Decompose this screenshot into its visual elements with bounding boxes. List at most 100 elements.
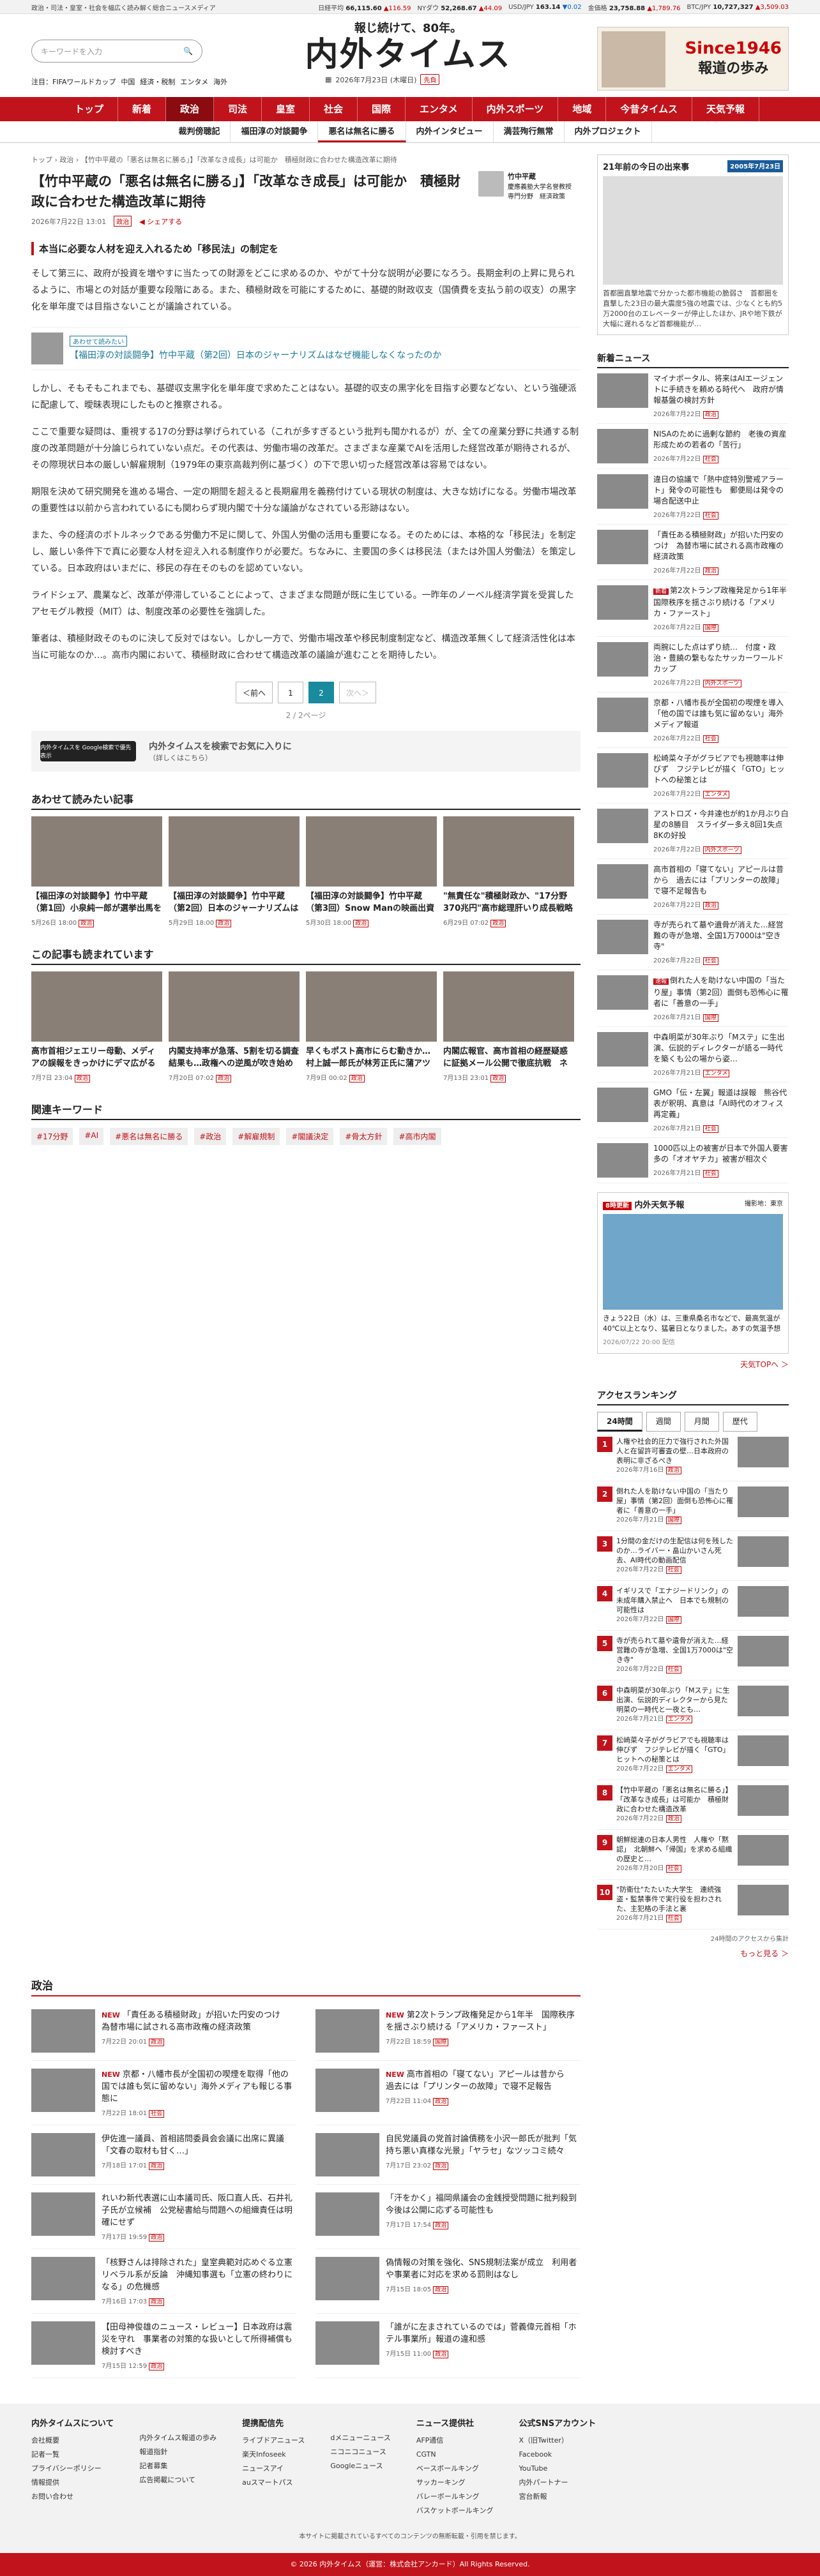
news-title[interactable]: マイナポータル、将来はAIエージェントに手続きを頼める時代へ 政府が情報基盤の検… (653, 373, 789, 406)
category-badge[interactable]: 政治 (216, 920, 232, 927)
category-badge[interactable]: 政治 (149, 2162, 165, 2170)
category-badge[interactable]: 国際 (433, 2039, 449, 2046)
politics-item[interactable]: NEW 高市首相の「寝てない」アピールは昔から 過去には「プリンターの故障」で寝不… (315, 2061, 581, 2125)
news-thumbnail[interactable] (597, 373, 648, 408)
politics-thumbnail[interactable] (31, 2321, 95, 2365)
rank-thumbnail[interactable] (738, 1735, 789, 1766)
ranking-more-link[interactable]: もっと見る ＞ (597, 1948, 789, 1959)
keyword-tag[interactable]: #解雇規制 (232, 1128, 280, 1145)
footer-link[interactable]: バレーボールキング (416, 2490, 494, 2504)
category-badge[interactable]: 政治 (433, 2286, 449, 2294)
subnav-item[interactable]: 裁判傍聴記 (168, 121, 231, 142)
trending-link[interactable]: 経済・税制 (140, 77, 175, 87)
politics-title[interactable]: 自民党議員の党首討論債務を小沢一郎氏が批判「気持ち悪い真様な光景」「ヤラセ」なツ… (386, 2133, 581, 2157)
footer-link[interactable]: プライバシーポリシー (31, 2462, 114, 2476)
footer-link[interactable]: ニュースアイ (242, 2462, 305, 2476)
footer-link[interactable]: 楽天Infoseek (242, 2448, 305, 2462)
category-badge[interactable]: 政治 (665, 1815, 681, 1823)
category-badge[interactable]: 国際 (702, 624, 718, 632)
category-badge[interactable]: 政治 (433, 2222, 449, 2229)
ranking-item[interactable]: 6 中森明菜が30年ぶり「Mステ」に生出演、伝説的ディレクターから見た明菜の一時代… (597, 1681, 789, 1730)
search-icon[interactable]: 🔍 (183, 47, 193, 56)
article-card[interactable]: 【福田淳の対談闘争】竹中平蔵（第1回）小泉純一郎が選挙出馬を断らず… 5月26日 … (31, 816, 162, 927)
trending-link[interactable]: 中国 (121, 77, 135, 87)
card-title[interactable]: "無責任な"積極財政か、"17分野370兆円"高市総理肝いり成長戦略投資 (443, 890, 574, 915)
footer-link[interactable]: 内外パートナー (519, 2476, 596, 2490)
nav-item[interactable]: 皇室 (262, 97, 310, 121)
today-in-history[interactable]: 21年前の今日の出来事 2005年7月23日 首都圏直撃地震で分かった都市機能の脆… (597, 154, 789, 335)
category-badge[interactable]: 社会 (665, 1915, 681, 1922)
subnav-item[interactable]: 内外プロジェクト (565, 121, 652, 142)
card-title[interactable]: 内閣支持率が急落、5割を切る調査結果も…政権への逆風が吹き始めた転換点か (169, 1045, 300, 1070)
footer-link[interactable]: サッカーキング (416, 2476, 494, 2490)
news-thumbnail[interactable] (597, 1032, 648, 1067)
footer-link[interactable]: YouTube (519, 2462, 596, 2476)
weather-more-link[interactable]: 天気TOPへ ＞ (597, 1359, 789, 1370)
article-card[interactable]: 高市首相ジェエリー母動、メディアの誤報をきっかけにデマ広がる いまだ中傷… 7月7… (31, 971, 162, 1082)
category-badge[interactable]: 政治 (433, 2162, 449, 2170)
card-thumbnail[interactable] (31, 971, 162, 1042)
footer-link[interactable]: 記者一覧 (31, 2448, 114, 2462)
related-title[interactable]: 【福田淳の対談闘争】竹中平蔵（第2回）日本のジャーナリズムはなぜ機能しなくなった… (70, 348, 441, 361)
footer-link[interactable]: AFP通信 (416, 2434, 494, 2448)
footer-link[interactable]: 宮台新報 (519, 2490, 596, 2504)
politics-thumbnail[interactable] (315, 2257, 379, 2300)
politics-item[interactable]: 「汗をかく」福岡県議会の金銭授受問題に批判殺到 今後は公開に応ずる可能性も 7月1… (315, 2185, 585, 2249)
category-badge[interactable]: 政治 (79, 920, 95, 927)
weather-box[interactable]: 8時更新 内外天気予報 撮影地：東京 きょう22日（水）は、三重県桑名市などで、最… (597, 1192, 789, 1354)
politics-thumbnail[interactable] (315, 2192, 379, 2236)
category-badge[interactable]: 政治 (216, 1075, 232, 1082)
google-pref-link[interactable]: （詳しくはこちら） (149, 754, 212, 762)
news-item[interactable]: 1000匹以上の被害が日本で外国人要害多の「オオヤチカ」被害が相次ぐ 2026年7… (597, 1138, 789, 1183)
prev-page-button[interactable]: ＜前へ (235, 682, 273, 703)
subnav-item[interactable]: 満芸殉行無常 (494, 121, 565, 142)
category-badge[interactable]: 社会 (665, 1666, 681, 1674)
politics-item[interactable]: 【田母神俊雄のニュース・レビュー】日本政府は震災を守れ 事業者の対策的な扱いとし… (31, 2314, 296, 2378)
rank-title[interactable]: 【竹中平蔵の「悪名は無名に勝る」】「改革なき成長」は可能か 積極財政に合わせた構… (616, 1785, 734, 1824)
politics-thumbnail[interactable] (31, 2069, 95, 2112)
category-badge[interactable]: エンタメ (702, 791, 730, 798)
footer-link[interactable]: auスマートパス (242, 2476, 305, 2490)
category-badge[interactable]: 政治 (349, 1075, 365, 1082)
rank-thumbnail[interactable] (738, 1486, 789, 1517)
keyword-tag[interactable]: #閣議決定 (286, 1128, 334, 1145)
category-badge[interactable]: 政治 (490, 920, 506, 927)
ranking-item[interactable]: 5 寺が売られて墓や遺骨が消えた…経営難の寺が急増、全国1万7000は"空き寺" 2… (597, 1631, 789, 1681)
politics-thumbnail[interactable] (31, 2192, 95, 2236)
footer-link[interactable]: 会社概要 (31, 2434, 114, 2448)
logo-text[interactable]: 内外タイムス (300, 36, 517, 74)
news-item[interactable]: 新着 第2次トランプ政権発足から1年半 国際秩序を揺さぶり続ける「アメリカ・ファー… (597, 580, 794, 637)
ranking-item[interactable]: 7 松崎菜々子がグラビアでも視聴率は伸びず フジテレビが描く「GTO」ヒットへの秘… (597, 1730, 789, 1780)
politics-title[interactable]: 「核野さんは排除された」皇室典範対応めぐる立憲リベラル系が反論 沖縄知事選も「立… (102, 2257, 296, 2293)
header-ad-banner[interactable]: Since1946 報道の歩み (597, 27, 789, 91)
news-title[interactable]: 新着 第2次トランプ政権発足から1年半 国際秩序を揺さぶり続ける「アメリカ・ファー… (653, 585, 794, 619)
news-item[interactable]: 両腕にした点はずり続… 付度・政治・豊饒の繋もなたサッカーワールドカップ 2026… (597, 637, 789, 693)
ranking-item[interactable]: 9 朝鮮総連の日本人男性 人権や「黙認」 北朝鮮へ「帰国」を求める組織の歴史と… 2… (597, 1830, 789, 1880)
footer-link[interactable]: X（旧Twitter） (519, 2434, 596, 2448)
article-card[interactable]: 【福田淳の対談闘争】竹中平蔵（第2回）日本のジャーナリズムはなぜ機能… 5月29日… (169, 816, 300, 927)
rank-title[interactable]: "防衛仕"たたいた大学生 連続強盗・監禁事件で実行役を担わされた、主犯格の手法と… (616, 1885, 734, 1924)
category-badge[interactable]: エンタメ (665, 1716, 693, 1723)
nav-item[interactable]: エンタメ (406, 97, 473, 121)
politics-title[interactable]: NEW 京都・八幡市長が全国初の喫煙を取得「他の国では誰も気に留めない」海外メディ… (102, 2069, 296, 2105)
news-title[interactable]: 速報 倒れた人を助けない中国の「当たり屋」事情（第2回）面倒も恐怖心に罹者に「善意… (653, 975, 789, 1009)
rank-title[interactable]: 1分間の金だけの生配信は何を残したのか…ライバー・畠山かいさん死去、AI時代の動… (616, 1536, 734, 1575)
search-input[interactable]: キーワードを入力 (41, 46, 183, 57)
card-title[interactable]: 【福田淳の対談闘争】竹中平蔵（第3回）Snow Manの映画出資付が満喫… (306, 890, 437, 915)
share-button[interactable]: ◀ シェアする (139, 216, 182, 227)
weather-video[interactable] (603, 1214, 783, 1310)
ranking-tab[interactable]: 月間 (684, 1412, 719, 1432)
category-badge[interactable]: 社会 (702, 456, 718, 463)
footer-link[interactable]: ライブドアニュース (242, 2434, 305, 2448)
nav-item[interactable]: 地域 (558, 97, 607, 121)
search-box[interactable]: キーワードを入力 🔍 (31, 40, 202, 63)
article-card[interactable]: 早くもポスト高市にらむ動きか…村上誠一郎氏が林芳正氏に蒲アツのエール 7月9日 0… (306, 971, 437, 1082)
article-card[interactable]: "無責任な"積極財政か、"17分野370兆円"高市総理肝いり成長戦略投資 6月29… (443, 816, 574, 927)
politics-item[interactable]: 自民党議員の党首討論債務を小沢一郎氏が批判「気持ち悪い真様な光景」「ヤラセ」なツ… (315, 2125, 581, 2185)
keyword-tag[interactable]: #AI (79, 1128, 104, 1145)
footer-link[interactable]: 記者募集 (139, 2459, 216, 2473)
politics-item[interactable]: 「核野さんは排除された」皇室典範対応めぐる立憲リベラル系が反論 沖縄知事選も「立… (31, 2249, 296, 2314)
news-item[interactable]: GMO「伝・左翼」報道は誤報 熊谷代表が釈明、真意は「AI時代のオフィス再定義」… (597, 1082, 789, 1138)
news-thumbnail[interactable] (597, 864, 648, 899)
category-badge[interactable]: 政治 (702, 567, 718, 575)
